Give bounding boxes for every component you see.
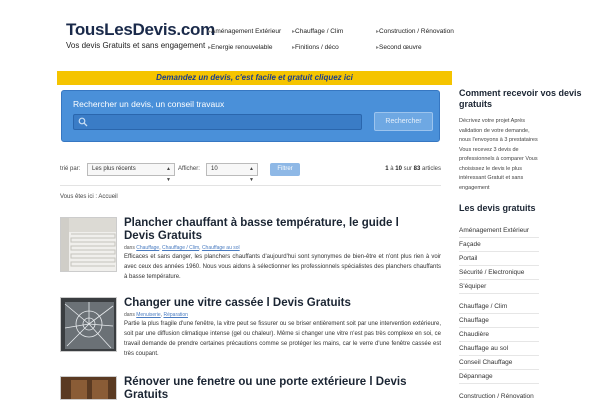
article-thumbnail[interactable] — [60, 297, 117, 352]
article-title[interactable]: Changer une vitre cassée l Devis Gratuit… — [124, 297, 424, 310]
nav-item-construction[interactable]: Construction / Rénovation — [376, 24, 454, 40]
sidebar-item[interactable]: Aménagement Extérieur — [459, 224, 539, 238]
sidebar-heading-how: Comment recevoir vos devis gratuits — [459, 88, 582, 109]
nav-column-1: Aménagement Extérieur Energie renouvelab… — [208, 24, 281, 56]
sidebar-item[interactable]: Chauffage / Clim — [459, 300, 539, 314]
article-excerpt: Partie la plus fragile d'une fenêtre, la… — [124, 321, 441, 357]
sidebar-item[interactable]: Chauffage — [459, 314, 539, 328]
sidebar-category-list: Aménagement Extérieur Façade Portail Séc… — [459, 224, 600, 400]
article-thumbnail[interactable] — [60, 217, 117, 272]
site-tagline: Vos devis Gratuits et sans engagement — [66, 41, 206, 50]
breadcrumb: Vous êtes ici : Accueil — [60, 194, 118, 200]
article-tag-link[interactable]: Chauffage au sol — [202, 245, 240, 251]
article-meta: dans Menuiserie, Réparation — [124, 312, 188, 318]
article-title[interactable]: Plancher chauffant à basse température, … — [124, 217, 424, 243]
search-title: Rechercher un devis, un conseil travaux — [73, 99, 225, 109]
nav-item-second-oeuvre[interactable]: Second œuvre — [376, 40, 454, 56]
search-icon — [78, 117, 88, 127]
site-logo[interactable]: TousLesDevis.com — [66, 20, 215, 40]
sidebar: Comment recevoir vos devis gratuits Décr… — [459, 88, 600, 400]
sidebar-item[interactable]: Construction / Rénovation — [459, 390, 539, 400]
chevron-down-icon: ▲ ▼ — [249, 166, 254, 183]
sidebar-item[interactable]: S'équiper — [459, 280, 539, 294]
article-thumbnail[interactable] — [60, 376, 117, 400]
sidebar-item[interactable]: Conseil Chauffage — [459, 356, 539, 370]
divider — [60, 185, 441, 186]
sidebar-item[interactable]: Sécurité / Electronique — [459, 266, 539, 280]
nav-item-chauffage[interactable]: Chauffage / Clim — [292, 24, 343, 40]
show-select[interactable]: 10 ▲ ▼ — [206, 163, 258, 183]
site-header: TousLesDevis.com Vos devis Gratuits et s… — [0, 0, 600, 66]
devis-banner[interactable]: Demandez un devis, c'est facile et gratu… — [57, 71, 452, 85]
article-meta: dans Chauffage, Chauffage / Clim, Chauff… — [124, 245, 240, 251]
sidebar-item[interactable]: Dépannage — [459, 370, 539, 384]
sidebar-heading-devis: Les devis gratuits — [459, 203, 536, 213]
sort-label: trié par: — [60, 166, 81, 172]
sort-select-value: Les plus récents — [92, 166, 136, 172]
sidebar-item[interactable]: Chauffage au sol — [459, 342, 539, 356]
search-panel: Rechercher un devis, un conseil travaux … — [61, 90, 440, 142]
article-title[interactable]: Rénover une fenetre ou une porte extérie… — [124, 376, 424, 400]
nav-item-finitions[interactable]: Finitions / déco — [292, 40, 343, 56]
sidebar-item[interactable]: Façade — [459, 238, 539, 252]
sort-select[interactable]: Les plus récents ▲ ▼ — [87, 163, 175, 183]
nav-item-amenagement[interactable]: Aménagement Extérieur — [208, 24, 281, 40]
sidebar-item[interactable]: Portail — [459, 252, 539, 266]
chevron-down-icon: ▲ ▼ — [166, 166, 171, 183]
show-select-value: 10 — [211, 166, 218, 172]
results-count: 1 à 10 sur 83 articles — [385, 166, 441, 172]
article-tag-link[interactable]: Chauffage — [136, 245, 159, 251]
show-label: Afficher: — [178, 166, 200, 172]
nav-item-energie[interactable]: Energie renouvelable — [208, 40, 281, 56]
article-excerpt: Efficaces et sans danger, les planchers … — [124, 254, 441, 280]
search-button[interactable]: Rechercher — [374, 112, 433, 131]
article-tag-link[interactable]: Menuiserie — [136, 312, 160, 318]
nav-column-2: Chauffage / Clim Finitions / déco — [292, 24, 343, 56]
article-tag-link[interactable]: Réparation — [163, 312, 187, 318]
nav-column-3: Construction / Rénovation Second œuvre — [376, 24, 454, 56]
filter-button[interactable]: Filtrer — [270, 163, 300, 176]
search-input[interactable] — [73, 114, 362, 130]
list-filters: trié par: Les plus récents ▲ ▼ Afficher: … — [60, 162, 441, 183]
sidebar-how-text: Décrivez votre projet Après validation d… — [459, 118, 538, 191]
sidebar-item[interactable]: Chaudière — [459, 328, 539, 342]
article-tag-link[interactable]: Chauffage / Clim — [162, 245, 199, 251]
